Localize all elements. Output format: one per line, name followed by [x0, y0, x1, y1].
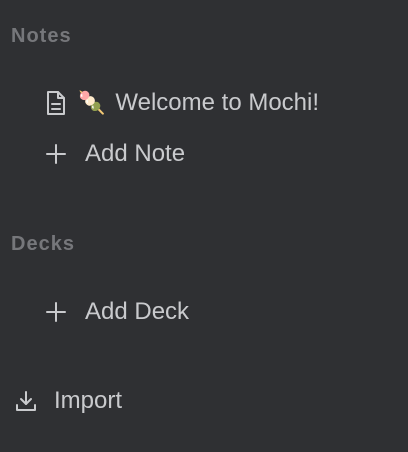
notes-section-header: Notes — [11, 25, 72, 47]
add-note-label: Add Note — [85, 140, 186, 167]
download-icon — [13, 388, 39, 414]
add-deck-button[interactable]: Add Deck — [44, 295, 189, 329]
note-item-label: Welcome to Mochi! — [115, 89, 320, 116]
add-deck-label: Add Deck — [85, 298, 190, 325]
add-note-button[interactable]: Add Note — [44, 137, 185, 171]
plus-icon — [44, 300, 68, 324]
dango-emoji-icon: 🍡 — [78, 90, 106, 115]
document-icon — [44, 89, 68, 117]
plus-icon — [44, 142, 68, 166]
note-item-welcome[interactable]: 🍡 Welcome to Mochi! — [44, 86, 319, 120]
decks-section-header: Decks — [11, 233, 75, 255]
import-button[interactable]: Import — [13, 384, 122, 418]
import-label: Import — [54, 387, 123, 414]
